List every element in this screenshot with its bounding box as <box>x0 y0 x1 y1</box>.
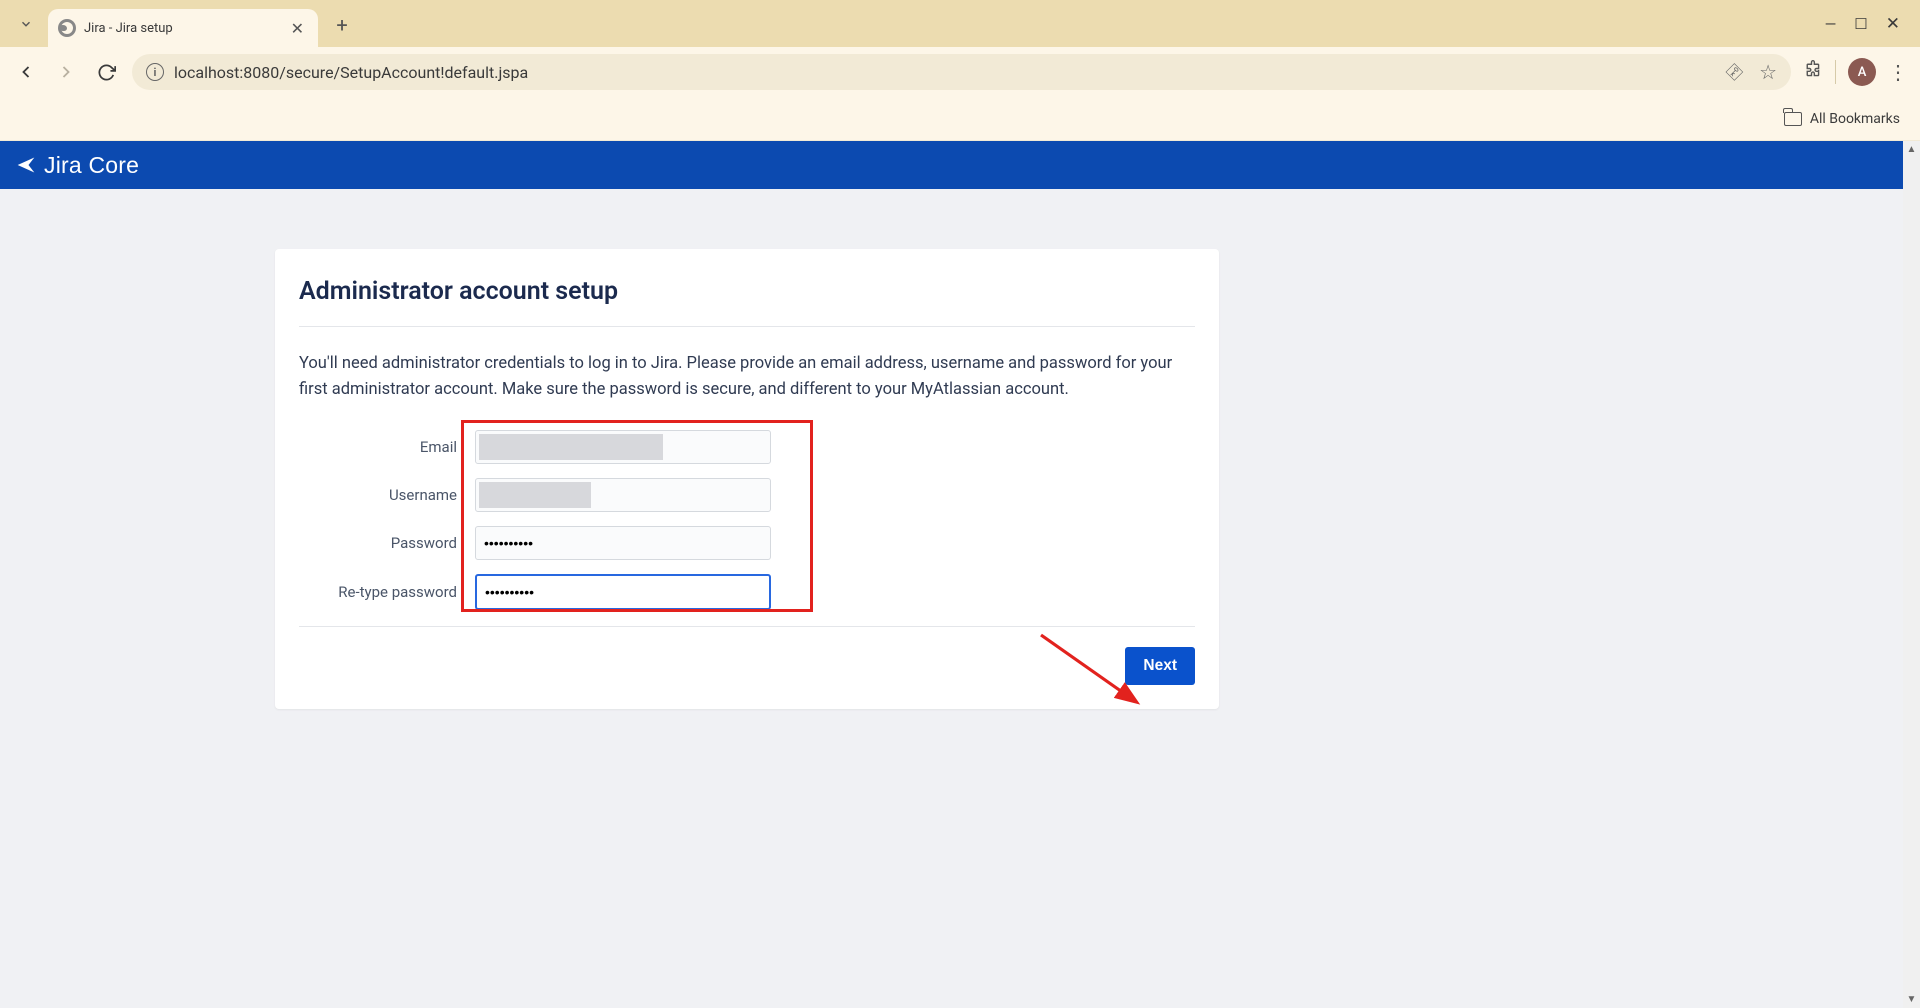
admin-setup-form: Email Username Password Re-type password <box>299 430 1195 610</box>
page-description: You'll need administrator credentials to… <box>299 351 1195 402</box>
scrollbar-down-icon[interactable]: ▼ <box>1903 991 1920 1008</box>
browser-tab-strip: Jira - Jira setup ✕ + ― ☐ ✕ <box>0 0 1920 47</box>
form-actions: Next <box>299 647 1195 685</box>
username-label: Username <box>299 486 475 504</box>
window-minimize-button[interactable]: ― <box>1825 15 1837 33</box>
url-text: localhost:8080/secure/SetupAccount!defau… <box>174 63 528 82</box>
footer-divider <box>299 626 1195 627</box>
all-bookmarks-button[interactable]: All Bookmarks <box>1784 111 1900 127</box>
browser-menu-button[interactable]: ⋮ <box>1888 60 1908 84</box>
product-name: Jira Core <box>44 152 139 179</box>
retype-password-label: Re-type password <box>299 583 475 601</box>
address-bar[interactable]: i localhost:8080/secure/SetupAccount!def… <box>132 54 1791 90</box>
username-field[interactable] <box>475 478 771 512</box>
extensions-icon[interactable] <box>1803 60 1823 84</box>
reload-button[interactable] <box>92 58 120 86</box>
password-label: Password <box>299 534 475 552</box>
scrollbar-up-icon[interactable]: ▲ <box>1903 141 1920 158</box>
username-row: Username <box>299 478 1195 512</box>
paper-plane-icon <box>16 155 36 175</box>
page-viewport: Jira Core Administrator account setup Yo… <box>0 141 1920 1008</box>
setup-card: Administrator account setup You'll need … <box>275 249 1219 709</box>
site-info-icon[interactable]: i <box>146 63 164 81</box>
tab-search-dropdown[interactable] <box>8 6 44 42</box>
new-tab-button[interactable]: + <box>324 7 360 43</box>
folder-icon <box>1784 112 1802 126</box>
retype-password-row: Re-type password <box>299 574 1195 610</box>
jira-logo[interactable]: Jira Core <box>16 152 139 179</box>
email-field[interactable] <box>475 430 771 464</box>
page-title: Administrator account setup <box>299 277 1195 306</box>
window-controls: ― ☐ ✕ <box>1825 0 1920 47</box>
tab-close-button[interactable]: ✕ <box>287 17 308 40</box>
window-maximize-button[interactable]: ☐ <box>1854 15 1867 33</box>
all-bookmarks-label: All Bookmarks <box>1810 111 1900 127</box>
password-row: Password <box>299 526 1195 560</box>
vertical-scrollbar[interactable]: ▲ ▼ <box>1903 141 1920 1008</box>
browser-toolbar: i localhost:8080/secure/SetupAccount!def… <box>0 47 1920 97</box>
password-field[interactable] <box>475 526 771 560</box>
globe-icon <box>58 19 76 37</box>
email-label: Email <box>299 438 475 456</box>
back-button[interactable] <box>12 58 40 86</box>
window-close-button[interactable]: ✕ <box>1886 14 1900 34</box>
app-header: Jira Core <box>0 141 1920 189</box>
tab-title: Jira - Jira setup <box>84 21 279 36</box>
bookmarks-bar: All Bookmarks <box>0 97 1920 141</box>
email-row: Email <box>299 430 1195 464</box>
bookmark-star-icon[interactable]: ☆ <box>1759 60 1777 84</box>
browser-tab-active[interactable]: Jira - Jira setup ✕ <box>48 9 318 47</box>
toolbar-divider <box>1835 60 1836 84</box>
password-key-icon[interactable]: ⚿ <box>1722 60 1747 85</box>
next-button[interactable]: Next <box>1125 647 1195 685</box>
divider <box>299 326 1195 327</box>
retype-password-field[interactable] <box>475 574 771 610</box>
forward-button[interactable] <box>52 58 80 86</box>
profile-avatar[interactable]: A <box>1848 58 1876 86</box>
